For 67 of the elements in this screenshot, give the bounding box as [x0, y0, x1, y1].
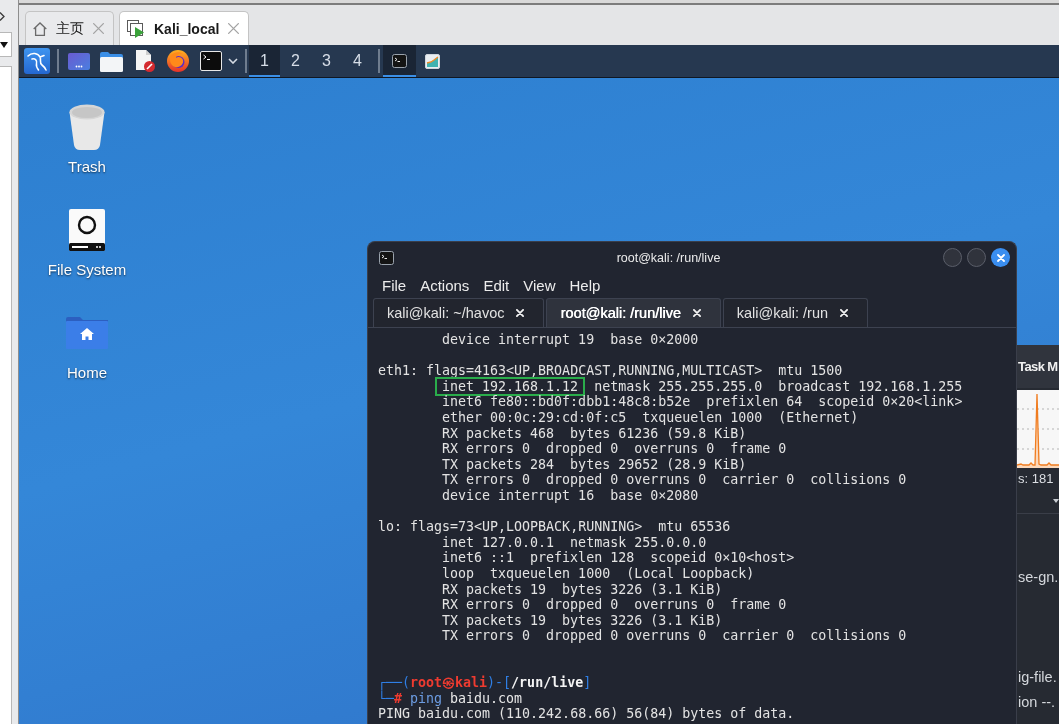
trash-icon[interactable] — [68, 104, 106, 150]
desktop-item-label[interactable]: Home — [67, 364, 107, 382]
terminal-line: ether 00:0c:29:cd:0f:c5 txqueuelen 1000 (Ethernet) — [442, 409, 859, 425]
terminal-tab[interactable]: kali@kali: /run — [722, 298, 869, 327]
document-pencil-icon[interactable] — [134, 50, 155, 72]
terminal-icon — [392, 54, 407, 68]
dropdown[interactable] — [0, 32, 12, 57]
terminal-line: inet 127.0.0.1 netmask 255.0.0.0 — [442, 534, 707, 550]
command-line: └─# ping baidu.com — [378, 690, 523, 706]
terminal-icon — [379, 250, 394, 265]
terminal-line: inet6 ::1 prefixlen 128 scopeid 0×10<host> — [442, 550, 795, 566]
caret-icon[interactable] — [1053, 499, 1059, 503]
terminal-tab[interactable]: root@kali: /run/live — [546, 298, 721, 327]
chart-icon — [425, 53, 440, 69]
window-title: root@kali: /run/live — [616, 250, 721, 265]
terminal-line: loop txqueuelen 1000 (Local Loopback) — [442, 565, 755, 581]
window-title: Task M — [1018, 359, 1058, 374]
terminal-line: RX errors 0 dropped 0 overruns 0 frame 0 — [442, 441, 787, 457]
menu-item[interactable]: View — [523, 276, 556, 294]
home-folder-icon[interactable] — [66, 317, 108, 349]
dragon-icon[interactable] — [24, 48, 50, 74]
caret-icon — [0, 41, 8, 48]
workspace-button[interactable]: 4 — [342, 45, 373, 77]
drive-icon[interactable] — [69, 209, 105, 251]
menu-item[interactable]: Edit — [483, 276, 510, 294]
terminal-line: netmask 255.255.255.0 broadcast 192.168.1.255 — [594, 378, 963, 394]
terminal-icon[interactable] — [199, 51, 222, 71]
highlighted-text: inet 192.168.1.12 — [435, 376, 586, 396]
desktop-item-label[interactable]: File System — [47, 261, 127, 279]
terminal-line: lo: flags=73<UP,LOOPBACK,RUNNING> mtu 65536 — [378, 519, 731, 535]
terminal-line: RX packets 468 bytes 61236 (59.8 KiB) — [442, 425, 747, 441]
workspace-button[interactable]: 3 — [311, 45, 342, 77]
desktop-item-label[interactable]: Trash — [68, 158, 106, 176]
menu-item[interactable]: File — [382, 276, 407, 294]
folder-icon[interactable] — [100, 50, 123, 72]
process-name[interactable]: ig-file. — [1018, 668, 1057, 685]
close-icon — [996, 253, 1005, 262]
play-window-icon — [127, 19, 145, 38]
chevron-right-icon[interactable] — [0, 12, 5, 21]
taskbar-button[interactable] — [383, 45, 416, 77]
prompt-line: ┌──(root㉿kali)-[/run/live] — [378, 675, 592, 691]
close-button[interactable] — [991, 248, 1010, 267]
home-icon — [33, 21, 47, 36]
terminal-line: device interrupt 16 base 0×2080 — [442, 487, 699, 503]
tab[interactable]: 主页 — [25, 11, 114, 45]
terminal-line: TX packets 284 bytes 29652 (28.9 KiB) — [442, 456, 747, 472]
terminal-line: TX errors 0 dropped 0 overruns 0 carrier 0 collisions 0 — [442, 628, 907, 644]
tab[interactable]: Kali_local — [119, 11, 250, 45]
terminal-line: PING baidu.com (110.242.68.66) 56(84) bytes of data. — [378, 706, 795, 722]
process-name[interactable]: se-gn. — [1018, 568, 1059, 585]
process-count: s: 181 — [1018, 471, 1054, 486]
terminal-line: device interrupt 19 base 0×2000 — [442, 332, 699, 347]
terminal-line: RX errors 0 dropped 0 overruns 0 frame 0 — [442, 597, 787, 613]
flame-globe-icon[interactable] — [166, 50, 189, 72]
process-name[interactable]: ion --. — [1018, 693, 1056, 710]
terminal-line: RX packets 19 bytes 3226 (3.1 KiB) — [442, 581, 723, 597]
terminal-line: TX errors 0 dropped 0 overruns 0 carrier 0 collisions 0 — [442, 472, 907, 488]
workspace-button[interactable]: 2 — [280, 45, 311, 77]
menu-item[interactable]: Help — [569, 276, 601, 294]
terminal-line: inet6 fe80::bd0f:dbb1:48c8:b52e prefixlen 64 scopeid 0×20<link> — [442, 394, 963, 410]
terminal-tab[interactable]: kali@kali: ~/havoc — [373, 298, 545, 327]
screen-icon[interactable] — [67, 52, 90, 70]
workspace-button[interactable]: 1 — [249, 45, 280, 77]
chevron-down-icon[interactable] — [228, 58, 238, 64]
terminal-line: eth1: flags=4163<UP,BROADCAST,RUNNING,MULTICAST> mtu 1500 — [378, 363, 843, 379]
menu-item[interactable]: Actions — [420, 276, 470, 294]
terminal-line: TX packets 19 bytes 3226 (3.1 KiB) — [442, 612, 723, 628]
